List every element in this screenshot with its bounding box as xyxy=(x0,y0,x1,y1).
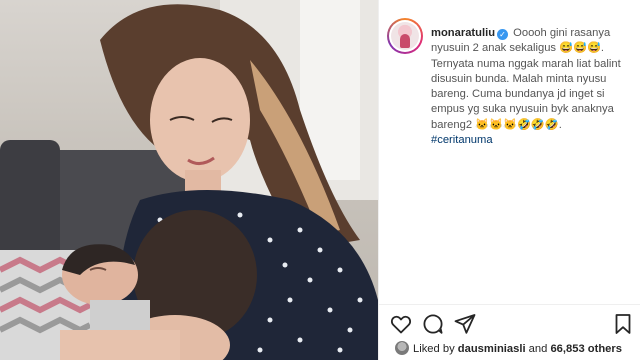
avatar-image xyxy=(391,22,419,50)
comment-icon xyxy=(423,314,443,334)
likes-summary: Liked by dausminiasli and 66,853 others xyxy=(395,340,635,358)
caption: monaratuliu ✓ Ooooh gini rasanya nyusuin … xyxy=(431,26,631,148)
heart-icon xyxy=(390,315,412,334)
likes-count-link[interactable]: 66,853 others xyxy=(550,343,622,355)
post-photo[interactable] xyxy=(0,0,378,360)
likes-connector: and xyxy=(528,343,548,355)
like-button[interactable] xyxy=(389,312,413,336)
comment-button[interactable] xyxy=(421,312,445,336)
save-button[interactable] xyxy=(611,312,635,336)
caption-line: empus yg suka nyusuin byk anaknya xyxy=(431,103,614,116)
username-link[interactable]: monaratuliu xyxy=(431,27,495,39)
caption-line: Ooooh gini rasanya xyxy=(513,27,611,39)
liker-username-link[interactable]: dausminiasli xyxy=(458,343,526,355)
share-icon xyxy=(454,314,476,334)
liker-avatar[interactable] xyxy=(395,341,409,355)
action-bar xyxy=(389,312,635,336)
post-photo-illustration xyxy=(0,0,378,360)
share-button[interactable] xyxy=(453,312,477,336)
divider xyxy=(379,304,640,305)
avatar-ring xyxy=(389,20,421,52)
post-sidebar: monaratuliu ✓ Ooooh gini rasanya nyusuin … xyxy=(378,0,640,360)
hashtag-link[interactable]: #ceritanuma xyxy=(431,134,493,146)
likes-prefix: Liked by xyxy=(413,343,455,355)
caption-line: bareng. Cuma bundanya jd inget si xyxy=(431,88,605,101)
bookmark-icon xyxy=(615,314,631,334)
verified-badge-icon: ✓ xyxy=(497,29,509,40)
caption-line: nyusuin 2 anak sekaligus 😅😅😅. xyxy=(431,42,605,55)
caption-line: Ternyata numa nggak marah liat balint xyxy=(431,57,621,70)
caption-line: disusuin bunda. Malah minta nyusu xyxy=(431,72,607,85)
avatar[interactable] xyxy=(387,18,423,54)
caption-line: bareng2 🐱🐱🐱🤣🤣🤣. xyxy=(431,118,562,131)
